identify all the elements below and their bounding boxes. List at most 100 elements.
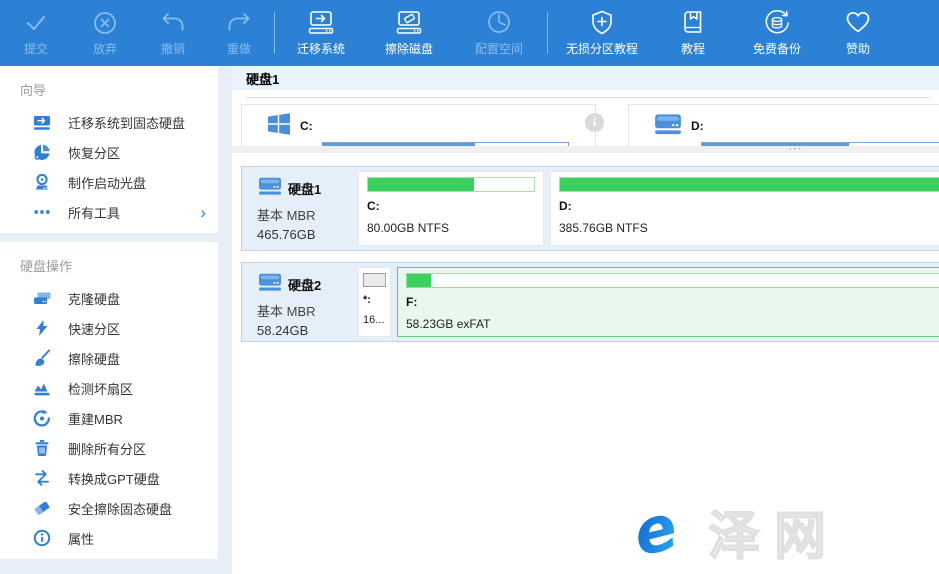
usage-bar — [406, 273, 939, 288]
info-circle-icon — [33, 529, 51, 547]
book-icon — [678, 7, 708, 39]
sidebar-item-label: 重建MBR — [68, 409, 123, 428]
sidebar-section-disk-ops: 硬盘操作 克隆硬盘 快速分区 擦除硬盘 — [0, 242, 218, 559]
free-backup-label: 免费备份 — [753, 40, 801, 57]
broom-icon — [33, 349, 51, 367]
sidebar-item-label: 制作启动光盘 — [68, 173, 146, 192]
overview-drive-label: D: — [691, 119, 704, 133]
watermark-logo-icon: e — [626, 494, 698, 569]
watermark-text: 泽网 — [708, 494, 840, 569]
drive-arrow-icon — [306, 7, 336, 39]
wipe-disk-label: 擦除磁盘 — [385, 40, 433, 57]
sidebar-item-check-bad-sectors[interactable]: 检测坏扇区 — [0, 373, 218, 403]
submit-button[interactable]: 提交 — [2, 0, 70, 66]
disk-name: 硬盘2 — [288, 275, 321, 294]
donate-label: 赞助 — [846, 40, 870, 57]
heart-icon — [843, 7, 873, 39]
submit-label: 提交 — [24, 40, 48, 57]
windows-logo-icon — [266, 111, 292, 142]
sidebar-item-label: 转换成GPT硬盘 — [68, 469, 160, 488]
partition-c[interactable]: C: 80.00GB NTFS — [358, 171, 544, 246]
sidebar-item-properties[interactable]: 属性 — [0, 523, 218, 553]
info-icon[interactable]: i — [585, 113, 604, 132]
migrate-system-label: 迁移系统 — [297, 40, 345, 57]
splitter-handle[interactable]: ⋯ — [232, 146, 939, 153]
section-title-wizard: 向导 — [0, 76, 218, 107]
overview-drive-label: C: — [300, 119, 313, 133]
disk1-info: 硬盘1 基本 MBR 465.76GB — [246, 171, 352, 246]
partition-info: 385.76GB NTFS — [559, 221, 939, 235]
sidebar-item-delete-all-partitions[interactable]: 删除所有分区 — [0, 433, 218, 463]
allocate-space-button[interactable]: 配置空间 — [453, 0, 545, 66]
toolbar: 提交 放弃 撤销 重做 迁移系统 擦除磁盘 配置空间 — [0, 0, 939, 66]
trash-icon — [33, 439, 51, 457]
sidebar-item-label: 所有工具 — [68, 203, 120, 222]
disk-row-1[interactable]: 硬盘1 基本 MBR 465.76GB C: 80.00GB NTFS D: 3… — [241, 166, 939, 251]
disk-name: 硬盘1 — [288, 179, 321, 198]
toolbar-separator — [274, 12, 275, 54]
drive-eraser-icon — [394, 7, 424, 39]
usage-bar — [363, 273, 386, 287]
clone-disk-icon — [33, 289, 51, 307]
sidebar-item-label: 删除所有分区 — [68, 439, 146, 458]
cancel-circle-icon — [90, 7, 120, 39]
boot-disc-icon — [33, 173, 51, 191]
disk-size: 465.76GB — [257, 227, 352, 242]
disk-row-2[interactable]: 硬盘2 基本 MBR 58.24GB *: 16... F: 58.23GB e… — [241, 262, 939, 342]
lightning-icon — [33, 319, 51, 337]
overview-card-c[interactable]: C: i — [241, 104, 596, 146]
sidebar-item-migrate-to-ssd[interactable]: 迁移系统到固态硬盘 — [0, 107, 218, 137]
redo-button[interactable]: 重做 — [206, 0, 272, 66]
sidebar-item-label: 恢复分区 — [68, 143, 120, 162]
sidebar-item-quick-partition[interactable]: 快速分区 — [0, 313, 218, 343]
donate-button[interactable]: 赞助 — [822, 0, 894, 66]
partition-unallocated[interactable]: *: 16... — [358, 267, 391, 337]
clock-icon — [484, 7, 514, 39]
sidebar-item-label: 擦除硬盘 — [68, 349, 120, 368]
sidebar-item-label: 属性 — [68, 529, 94, 548]
undo-button[interactable]: 撤销 — [140, 0, 206, 66]
wipe-disk-button[interactable]: 擦除磁盘 — [365, 0, 453, 66]
disk2-info: 硬盘2 基本 MBR 58.24GB — [246, 267, 352, 337]
partition-f-selected[interactable]: F: 58.23GB exFAT — [397, 267, 939, 337]
tab-disk1[interactable]: 硬盘1 — [232, 69, 279, 88]
tutorial-label: 教程 — [681, 40, 705, 57]
svg-text:e: e — [626, 494, 684, 564]
discard-button[interactable]: 放弃 — [70, 0, 140, 66]
free-backup-button[interactable]: 免费备份 — [732, 0, 822, 66]
tutorial-button[interactable]: 教程 — [654, 0, 732, 66]
sidebar-item-all-tools[interactable]: 所有工具 › — [0, 197, 218, 227]
watermark: e 泽网 — [626, 494, 840, 569]
partition-info: 80.00GB NTFS — [367, 221, 535, 235]
partition-label: F: — [406, 295, 939, 309]
sidebar-item-convert-gpt[interactable]: 转换成GPT硬盘 — [0, 463, 218, 493]
sidebar-section-gap — [0, 233, 218, 242]
disk-type: 基本 MBR — [257, 301, 352, 320]
partition-label: D: — [559, 199, 939, 213]
sidebar-item-clone-disk[interactable]: 克隆硬盘 — [0, 283, 218, 313]
toolbar-separator — [547, 12, 548, 54]
partition-label: C: — [367, 199, 535, 213]
partition-info: 16... — [363, 314, 386, 326]
sidebar-item-recover-partition[interactable]: 恢复分区 — [0, 137, 218, 167]
usage-bar — [367, 177, 535, 192]
overview-card-d[interactable]: D: — [628, 104, 939, 146]
splitter-dots-icon: ⋯ — [788, 140, 804, 157]
sidebar-item-make-boot-disc[interactable]: 制作启动光盘 — [0, 167, 218, 197]
redo-icon — [224, 7, 254, 39]
partition-d[interactable]: D: 385.76GB NTFS — [550, 171, 939, 246]
lossless-tutorial-label: 无损分区教程 — [566, 40, 638, 57]
sidebar-item-rebuild-mbr[interactable]: 重建MBR — [0, 403, 218, 433]
migrate-system-button[interactable]: 迁移系统 — [277, 0, 365, 66]
disk-icon — [257, 175, 283, 202]
sidebar-item-wipe-disk[interactable]: 擦除硬盘 — [0, 343, 218, 373]
undo-label: 撤销 — [161, 40, 185, 57]
sidebar-section-wizard: 向导 迁移系统到固态硬盘 恢复分区 制作启动光盘 — [0, 66, 218, 233]
sidebar-item-secure-erase-ssd[interactable]: 安全擦除固态硬盘 — [0, 493, 218, 523]
pie-recover-icon — [33, 143, 51, 161]
disk-list: 硬盘1 基本 MBR 465.76GB C: 80.00GB NTFS D: 3… — [232, 153, 939, 342]
disk-size: 58.24GB — [257, 323, 352, 338]
chevron-right-icon: › — [200, 204, 206, 221]
lossless-tutorial-button[interactable]: 无损分区教程 — [550, 0, 654, 66]
undo-icon — [158, 7, 188, 39]
